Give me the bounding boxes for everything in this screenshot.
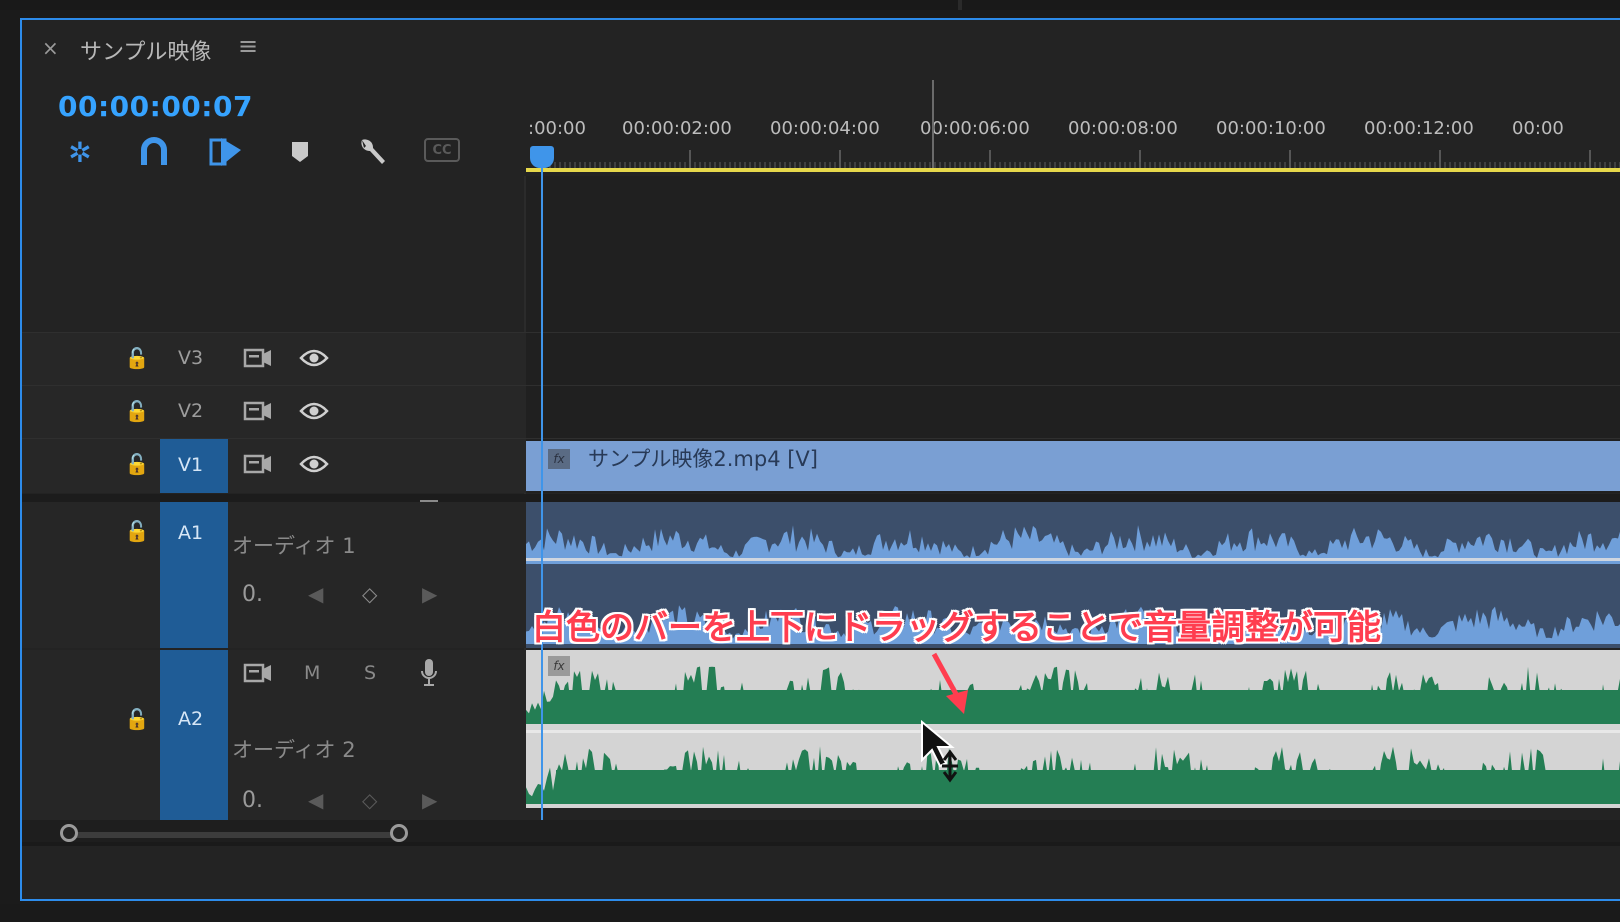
- track-label-a2[interactable]: A2: [178, 708, 203, 730]
- video-audio-divider[interactable]: [22, 494, 1620, 502]
- zoom-handle-right[interactable]: [390, 824, 408, 842]
- playhead-timecode[interactable]: 00:00:00:07: [58, 90, 253, 123]
- zoom-handle-left[interactable]: [60, 824, 78, 842]
- zoom-scrollbar-track[interactable]: [66, 832, 406, 838]
- window-top-strip: [0, 0, 1620, 10]
- lock-icon[interactable]: 🔓: [122, 396, 152, 426]
- video-clip[interactable]: fx サンプル映像2.mp4 [V]: [526, 441, 1620, 491]
- lock-icon[interactable]: 🔓: [122, 516, 152, 546]
- track-label-a1[interactable]: A1: [178, 522, 203, 544]
- previous-keyframe-icon[interactable]: ◀: [308, 788, 323, 812]
- linked-selection-icon[interactable]: [204, 134, 248, 170]
- track-header-v3: 🔓 V3: [22, 332, 544, 385]
- hover-time-indicator: [932, 80, 934, 168]
- microphone-icon[interactable]: [414, 656, 444, 690]
- sequence-tab-title[interactable]: サンプル映像: [80, 34, 211, 66]
- mute-track-button[interactable]: M: [304, 662, 320, 684]
- timeline-settings-wrench-icon[interactable]: [350, 134, 394, 170]
- add-keyframe-icon[interactable]: 0.: [242, 788, 263, 813]
- keyframe-diamond-icon[interactable]: ◇: [362, 788, 377, 812]
- timeline-toolbar: ✲ CC: [58, 134, 478, 170]
- fx-badge[interactable]: fx: [548, 656, 570, 676]
- volume-rubber-band-a2[interactable]: [526, 730, 1620, 733]
- ruler-label: 00:00:02:00: [622, 118, 732, 139]
- track-header-v1: 🔓 V1: [22, 438, 544, 493]
- track-lane-v3[interactable]: [526, 332, 1620, 385]
- clip-name: サンプル映像2.mp4 [V]: [588, 447, 818, 471]
- lock-icon[interactable]: 🔓: [122, 704, 152, 734]
- panel-divider[interactable]: [958, 0, 962, 10]
- eye-icon[interactable]: [296, 447, 332, 481]
- playhead-line[interactable]: [541, 168, 543, 822]
- snap-magnet-icon[interactable]: [132, 134, 176, 170]
- status-bar: [0, 904, 1620, 922]
- panel-menu-icon[interactable]: ≡: [238, 32, 258, 60]
- track-lane-v2[interactable]: [526, 385, 1620, 438]
- add-keyframe-icon[interactable]: 0.: [242, 582, 263, 607]
- lock-icon[interactable]: 🔓: [122, 343, 152, 373]
- track-label-v3[interactable]: V3: [178, 347, 203, 369]
- timeline-panel: × サンプル映像 ≡ 00:00:00:07 ✲ CC :00:00 00:00…: [20, 18, 1620, 901]
- waveform-body: [556, 770, 1620, 804]
- eye-icon[interactable]: [296, 394, 332, 428]
- annotation-text: 白色のバーを上下にドラッグすることで音量調整が可能: [532, 608, 1381, 648]
- audio-waveform-a2: [526, 666, 1620, 804]
- track-lane-v1[interactable]: fx サンプル映像2.mp4 [V]: [526, 438, 1620, 493]
- next-keyframe-icon[interactable]: ▶: [422, 788, 437, 812]
- close-panel-button[interactable]: ×: [42, 36, 59, 60]
- track-header-empty-area: [22, 176, 526, 332]
- ruler-label: 00:00:08:00: [1068, 118, 1178, 139]
- track-header-a1: 🔓 A1 オーディオ 1 0. ◀ ◇ ▶: [22, 502, 544, 648]
- next-keyframe-icon[interactable]: ▶: [422, 582, 437, 606]
- work-area-bar[interactable]: [526, 168, 1620, 172]
- ruler-label: 00:00: [1512, 118, 1564, 139]
- track-label-v1[interactable]: V1: [178, 454, 203, 476]
- add-marker-icon[interactable]: [278, 134, 322, 170]
- ruler-label: 00:00:06:00: [920, 118, 1030, 139]
- track-header-a2: 🔓 A2 M S オーディオ 2 0. ◀ ◇ ▶: [22, 650, 544, 820]
- previous-keyframe-icon[interactable]: ◀: [308, 582, 323, 606]
- sync-lock-icon[interactable]: [240, 449, 276, 479]
- annotation-arrow-icon: [931, 652, 968, 714]
- track-name-a1[interactable]: オーディオ 1: [232, 530, 356, 560]
- fx-badge[interactable]: fx: [548, 449, 570, 469]
- waveform-body: [556, 690, 1620, 724]
- playhead-handle[interactable]: [530, 146, 554, 168]
- sync-lock-icon[interactable]: [240, 396, 276, 426]
- track-header-v2: 🔓 V2: [22, 385, 544, 438]
- mouse-pointer-icon: [921, 720, 958, 783]
- keyframe-diamond-icon[interactable]: ◇: [362, 582, 377, 606]
- ruler-label: 00:00:04:00: [770, 118, 880, 139]
- ruler-label: :00:00: [528, 118, 586, 139]
- eye-icon[interactable]: [296, 341, 332, 375]
- timeline-empty-area: [526, 176, 1620, 332]
- nest-sequence-icon[interactable]: ✲: [58, 134, 102, 170]
- sync-lock-icon[interactable]: [240, 658, 276, 688]
- zoom-scrollbar[interactable]: [60, 820, 408, 850]
- track-name-a2[interactable]: オーディオ 2: [232, 734, 356, 764]
- ruler-label: 00:00:10:00: [1216, 118, 1326, 139]
- source-patch-a2[interactable]: [160, 650, 228, 820]
- audio-clip-a2[interactable]: fx: [526, 650, 1620, 808]
- solo-track-button[interactable]: S: [364, 662, 376, 684]
- lock-icon[interactable]: 🔓: [122, 449, 152, 479]
- volume-rubber-band-a1[interactable]: [526, 558, 1620, 561]
- sync-lock-icon[interactable]: [240, 343, 276, 373]
- track-label-v2[interactable]: V2: [178, 400, 203, 422]
- captions-cc-icon[interactable]: CC: [424, 138, 460, 162]
- ruler-label: 00:00:12:00: [1364, 118, 1474, 139]
